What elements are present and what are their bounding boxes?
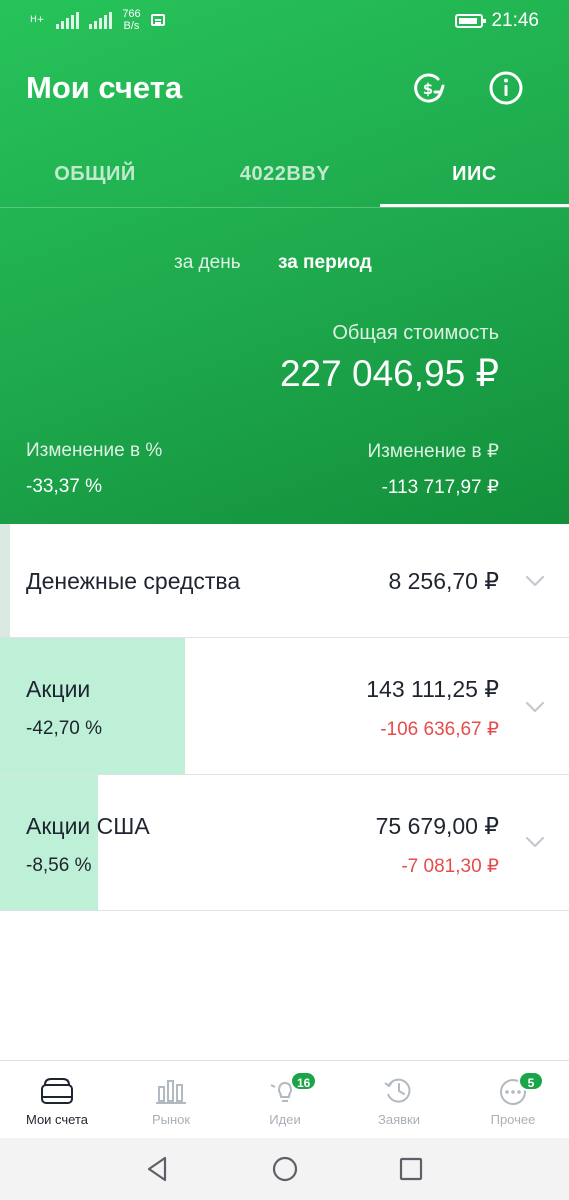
nav-label: Мои счета <box>25 1112 89 1127</box>
nav-market[interactable]: Рынок <box>114 1061 228 1139</box>
change-rub-label: Изменение в ₽ <box>367 441 499 462</box>
asset-row-us-stocks[interactable]: Акции США -8,56 % 75 679,00 ₽ -7 081,30 … <box>0 775 569 911</box>
asset-change-rub: -106 636,67 ₽ <box>380 719 499 740</box>
change-percent-value: -33,37 % <box>26 476 103 497</box>
active-tab-indicator <box>380 204 569 207</box>
asset-amount: 143 111,25 ₽ <box>366 676 499 702</box>
asset-share-bar <box>0 524 10 637</box>
asset-row-stocks[interactable]: Акции -42,70 % 143 111,25 ₽ -106 636,67 … <box>0 638 569 775</box>
change-rub-value: -113 717,97 ₽ <box>381 477 499 498</box>
network-speed: 766 B/s <box>122 8 140 32</box>
asset-name: Акции США <box>26 813 150 839</box>
asset-change-rub: -7 081,30 ₽ <box>401 856 499 877</box>
change-percent-label: Изменение в % <box>26 440 163 461</box>
nav-ideas[interactable]: 16 Идеи <box>228 1061 342 1139</box>
nav-label: Идеи <box>269 1112 301 1127</box>
asset-change-percent: -8,56 % <box>26 855 92 876</box>
network-speed-unit: B/s <box>123 20 140 32</box>
back-icon[interactable] <box>143 1154 173 1184</box>
chevron-down-icon[interactable] <box>525 700 545 714</box>
period-day-toggle[interactable]: за день <box>174 252 241 274</box>
asset-share-bar <box>0 775 98 910</box>
account-tabs: ОБЩИЙ 4022BBY ИИС <box>0 140 569 208</box>
network-type-label: H+ <box>30 14 45 25</box>
signal-icon-2 <box>89 11 113 29</box>
recent-apps-icon[interactable] <box>396 1154 426 1184</box>
network-speed-value: 766 <box>122 8 141 20</box>
nav-label: Заявки <box>378 1112 420 1127</box>
chevron-down-icon[interactable] <box>525 835 545 849</box>
nav-more[interactable]: 5 Прочее <box>456 1061 569 1139</box>
signal-icon <box>56 11 80 29</box>
total-value: 227 046,95 ₽ <box>279 353 499 394</box>
more-count-badge: 5 <box>518 1071 544 1091</box>
asset-share-bar <box>0 638 185 774</box>
nav-my-accounts[interactable]: Мои счета <box>0 1061 114 1139</box>
header-panel: H+ 766 B/s 21:46 Мои счета $ ОБЩИЙ 4022B… <box>0 0 569 524</box>
chevron-down-icon[interactable] <box>525 574 545 588</box>
status-bar-left: H+ 766 B/s <box>30 8 165 32</box>
battery-icon <box>455 14 487 28</box>
notification-message-icon <box>150 14 165 26</box>
market-chart-icon <box>156 1080 186 1104</box>
page-title: Мои счета <box>26 70 183 105</box>
asset-name: Денежные средства <box>26 568 241 594</box>
asset-change-percent: -42,70 % <box>26 718 103 739</box>
info-icon[interactable] <box>488 70 524 106</box>
total-value-label: Общая стоимость <box>332 322 499 344</box>
nav-label: Рынок <box>151 1112 191 1127</box>
nav-orders[interactable]: Заявки <box>342 1061 456 1139</box>
asset-amount: 8 256,70 ₽ <box>388 568 499 594</box>
currency-exchange-icon[interactable]: $ <box>410 70 446 106</box>
status-bar: H+ 766 B/s 21:46 <box>0 0 569 44</box>
tab-general[interactable]: ОБЩИЙ <box>0 140 190 208</box>
clock: 21:46 <box>491 10 539 31</box>
svg-text:$: $ <box>423 80 433 98</box>
asset-row-cash[interactable]: Денежные средства 8 256,70 ₽ <box>0 524 569 638</box>
history-clock-icon <box>384 1078 411 1103</box>
nav-label: Прочее <box>490 1112 536 1127</box>
system-navigation-bar <box>0 1138 569 1200</box>
bottom-navigation: Мои счета Рынок 16 Идеи Заявки 5 Прочее <box>0 1060 569 1138</box>
wallet-icon <box>41 1078 73 1104</box>
period-range-toggle[interactable]: за период <box>278 252 372 274</box>
home-icon[interactable] <box>270 1154 300 1184</box>
tab-broker-account[interactable]: 4022BBY <box>190 140 380 208</box>
ideas-count-badge: 16 <box>290 1071 318 1091</box>
tab-iis[interactable]: ИИС <box>380 140 569 208</box>
asset-amount: 75 679,00 ₽ <box>375 813 499 839</box>
status-bar-right: 21:46 <box>455 10 539 32</box>
asset-name: Акции <box>26 676 91 702</box>
